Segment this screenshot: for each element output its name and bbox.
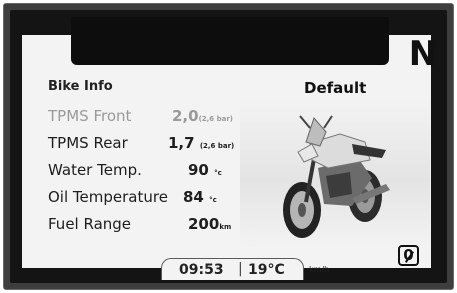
row-unit: °c	[214, 169, 222, 177]
row-unit: km	[219, 223, 232, 231]
row-value: 2,0(2,6 bar)	[172, 107, 234, 125]
row-value: 200km	[188, 215, 232, 233]
row-unit: °c	[209, 196, 217, 204]
row-unit: (2,6 bar)	[198, 115, 234, 123]
speed-unit-label: km/h	[309, 265, 330, 274]
row-unit: (2,6 bar)	[199, 142, 235, 150]
info-row-fuel-range: Fuel Range 200km	[48, 215, 248, 237]
clock-time: 09:53	[179, 262, 224, 278]
row-label: Water Temp.	[48, 161, 142, 179]
info-row-oil-temp: Oil Temperature 84 °c	[48, 188, 248, 210]
time-temperature-bar: 09:53 | 19°C	[161, 258, 304, 280]
row-label: TPMS Front	[48, 107, 132, 125]
motorcycle-image	[240, 98, 430, 248]
info-row-tpms-front: TPMS Front 2,0(2,6 bar)	[48, 107, 248, 129]
info-row-tpms-rear: TPMS Rear 1,7 (2,6 bar)	[48, 134, 248, 156]
info-row-water-temp: Water Temp. 90 °c	[48, 161, 248, 183]
motorcycle-icon	[283, 115, 390, 238]
top-status-bar	[71, 17, 389, 65]
riding-mode-title: Default	[304, 79, 367, 97]
row-label: TPMS Rear	[48, 134, 128, 152]
ambient-temperature: 19°C	[248, 262, 285, 278]
row-label: Oil Temperature	[48, 188, 168, 206]
section-title: Bike Info	[48, 79, 113, 94]
row-value: 90 °c	[188, 161, 222, 179]
gear-indicator: N	[408, 34, 438, 74]
status-separator: |	[238, 261, 243, 277]
row-label: Fuel Range	[48, 215, 132, 233]
row-value: 1,7 (2,6 bar)	[168, 134, 235, 152]
zero-slash-icon: 0	[398, 245, 419, 266]
row-value: 84 °c	[183, 188, 217, 206]
